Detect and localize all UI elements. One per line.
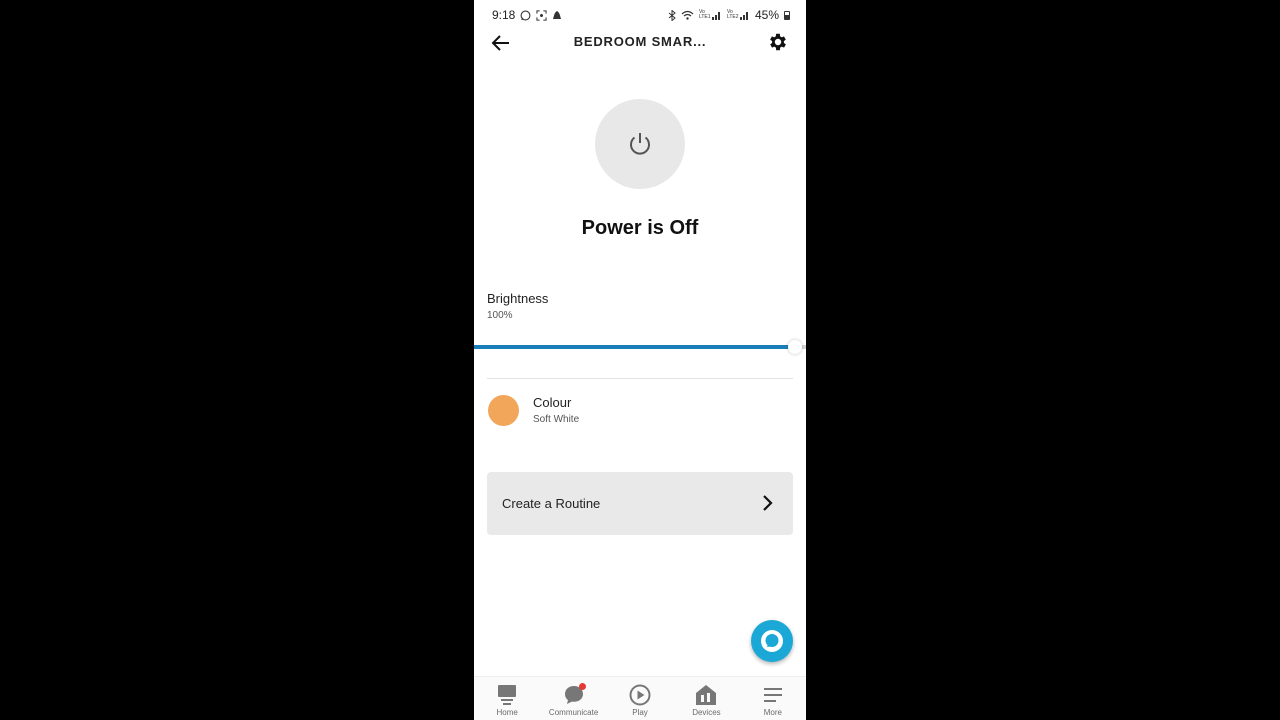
nav-label-communicate: Communicate — [548, 708, 599, 717]
nav-label-devices: Devices — [692, 708, 721, 717]
whatsapp-icon — [520, 10, 531, 20]
bluetooth-icon — [668, 9, 676, 21]
wifi-icon — [681, 10, 694, 20]
power-toggle-button[interactable] — [595, 99, 685, 189]
devices-icon — [696, 685, 717, 705]
nav-item-more[interactable]: More — [740, 677, 806, 720]
brightness-value: 100% — [487, 310, 513, 321]
colour-swatch — [488, 395, 519, 426]
create-routine-button[interactable]: Create a Routine — [487, 472, 793, 535]
nav-item-communicate[interactable]: Communicate — [540, 677, 606, 720]
alexa-button[interactable] — [751, 620, 793, 662]
brightness-label: Brightness — [487, 291, 549, 306]
brightness-slider-fill — [474, 345, 789, 349]
brightness-slider[interactable] — [474, 340, 806, 354]
status-bar: 9:18 Vo LTE1 Vo LTE2 45% — [474, 0, 806, 30]
chevron-right-icon — [763, 495, 773, 511]
notification-badge — [578, 683, 586, 690]
nav-label-more: More — [763, 708, 782, 717]
home-icon — [498, 685, 517, 705]
bottom-navigation: Home Communicate Play Devices More — [474, 676, 806, 720]
status-right: Vo LTE1 Vo LTE2 45% — [668, 8, 790, 22]
signal-icon-1 — [711, 12, 720, 20]
top-app-bar: BEDROOM SMAR... — [474, 28, 806, 56]
page-title: BEDROOM SMAR... — [573, 34, 707, 49]
colour-setting[interactable]: Colour Soft White — [487, 392, 793, 430]
section-divider — [487, 378, 793, 379]
nav-item-play[interactable]: Play — [607, 677, 673, 720]
power-icon — [630, 133, 650, 155]
screenshot-icon — [536, 9, 547, 21]
nav-item-devices[interactable]: Devices — [673, 677, 739, 720]
gear-icon — [770, 33, 786, 51]
colour-label: Colour — [533, 395, 572, 410]
back-button[interactable] — [490, 32, 512, 54]
arrow-left-icon — [491, 35, 509, 51]
colour-value: Soft White — [533, 414, 580, 425]
create-routine-label: Create a Routine — [502, 496, 601, 511]
settings-button[interactable] — [767, 31, 789, 53]
nav-label-play: Play — [632, 708, 648, 717]
signal-icon-2 — [739, 12, 748, 20]
nav-label-home: Home — [496, 708, 518, 717]
power-status-text: Power is Off — [581, 217, 699, 239]
battery-icon — [784, 10, 790, 20]
play-icon — [629, 684, 651, 706]
device-screen: 9:18 Vo LTE1 Vo LTE2 45% BEDROOM SMAR...… — [474, 0, 806, 720]
nav-item-home[interactable]: Home — [474, 677, 540, 720]
status-left: 9:18 — [492, 8, 562, 22]
alexa-icon — [761, 630, 783, 652]
network-label-1: Vo LTE1 — [698, 9, 711, 20]
status-time: 9:18 — [492, 8, 516, 22]
menu-icon — [763, 688, 782, 702]
network-label-2: Vo LTE2 — [726, 9, 739, 20]
battery-percent: 45% — [754, 8, 779, 22]
notification-app-icon — [553, 10, 562, 19]
brightness-slider-thumb[interactable] — [788, 340, 802, 354]
